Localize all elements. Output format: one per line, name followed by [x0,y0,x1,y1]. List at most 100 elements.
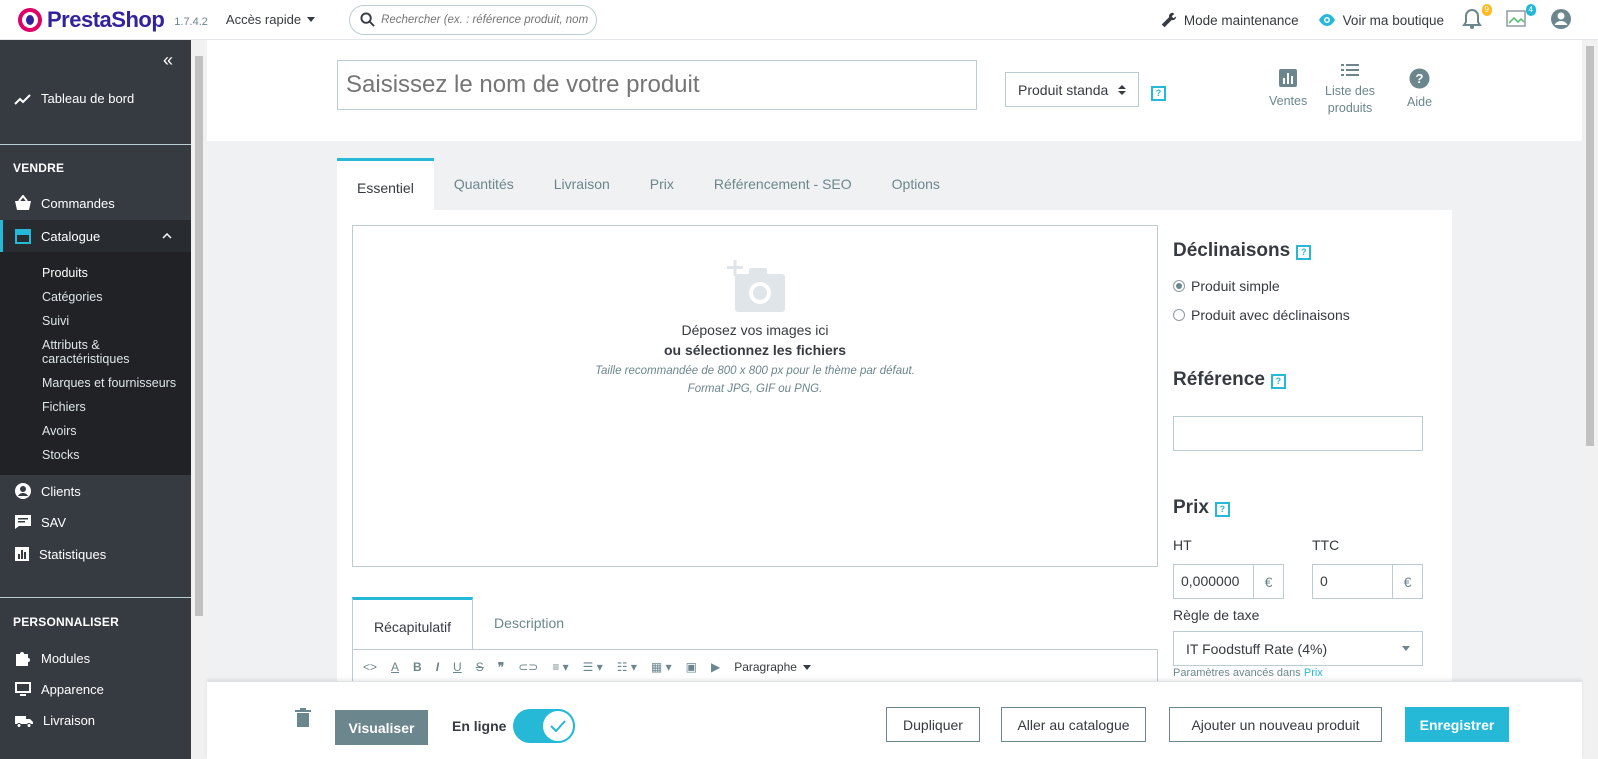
price-ht-value: 0,000000 [1181,573,1240,589]
sidebar-scrollbar[interactable] [191,40,207,759]
numbered-list-icon[interactable]: ☷ ▾ [617,660,637,674]
essential-panel: Déposez vos images ici ou sélectionnez l… [337,210,1452,684]
search-box[interactable] [349,4,598,35]
help-icon[interactable]: ? [1214,502,1230,517]
paragraph-format-dropdown[interactable]: Paragraphe [734,660,811,674]
top-bar: PrestaShop 1.7.4.2 Accès rapide Mode mai… [0,0,1598,40]
product-list-button[interactable]: Liste des produits [1325,62,1375,117]
sales-button[interactable]: Ventes [1269,68,1307,110]
bullet-list-icon[interactable]: ☰ ▾ [583,660,603,674]
sidebar-item-catalog[interactable]: Catalogue [0,220,191,252]
submenu-item-categories[interactable]: Catégories [42,290,102,304]
submenu-item-products[interactable]: Produits [42,266,88,280]
quote-icon[interactable]: ❞ [498,660,504,674]
online-toggle[interactable] [513,709,575,743]
advanced-text: Paramètres avancés dans [1173,667,1301,679]
submenu-item-attributes[interactable]: Attributs & caractéristiques [42,338,142,366]
reference-input[interactable] [1173,416,1423,451]
caret-down-icon [802,664,811,670]
link-icon[interactable]: ⊂⊃ [518,660,538,674]
save-button[interactable]: Enregistrer [1405,707,1509,742]
tab-seo[interactable]: Référencement - SEO [694,158,872,210]
reference-heading: Référence ? [1173,369,1286,391]
account-circle-icon [15,483,31,499]
top-right-actions: Mode maintenance Voir ma boutique 9 4 [1160,0,1598,40]
sidebar-item-customers[interactable]: Clients [0,482,191,500]
submenu-item-discounts[interactable]: Avoirs [42,424,77,438]
tab-shipping[interactable]: Livraison [534,158,630,210]
help-button[interactable]: ? Aide [1407,68,1432,111]
sidebar-item-modules[interactable]: Modules [0,649,191,667]
submenu-item-stocks[interactable]: Stocks [42,448,80,462]
table-icon[interactable]: ▦ ▾ [651,660,672,674]
collapse-sidebar-icon[interactable]: « [163,50,173,71]
help-icon[interactable]: ? [1270,374,1286,389]
chevron-up-icon [162,233,172,239]
tab-options[interactable]: Options [872,158,960,210]
account-button[interactable] [1550,8,1574,32]
duplicate-button[interactable]: Dupliquer [886,707,980,742]
variations-heading: Déclinaisons ? [1173,240,1312,262]
search-input[interactable] [381,13,590,26]
tab-description[interactable]: Description [473,597,585,649]
tab-pricing[interactable]: Prix [630,158,694,210]
sidebar-item-appearance[interactable]: Apparence [0,681,191,697]
tab-summary[interactable]: Récapitulatif [352,597,474,649]
price-ht-input[interactable]: 0,000000 € [1173,564,1284,599]
image-dropzone[interactable]: Déposez vos images ici ou sélectionnez l… [352,225,1158,567]
logo-text: PrestaShop [47,6,165,32]
messages-button[interactable]: 4 [1506,4,1536,32]
notifications-button[interactable]: 9 [1462,4,1492,32]
maintenance-link[interactable]: Mode maintenance [1160,11,1299,29]
bold-icon[interactable]: B [413,660,422,674]
product-type-select[interactable]: Produit standa [1005,72,1139,107]
quick-access-dropdown[interactable]: Accès rapide [226,12,316,27]
image-icon[interactable]: ▣ [686,660,697,674]
version-label: 1.7.4.2 [174,15,208,28]
price-ttc-input[interactable]: 0 € [1312,564,1423,599]
radio-product-with-variations[interactable]: Produit avec déclinaisons [1173,307,1350,323]
help-icon[interactable]: ? [1151,86,1166,101]
advanced-price-link[interactable]: Prix [1304,667,1323,679]
align-icon[interactable]: ≡ ▾ [552,660,568,674]
scrollbar-thumb[interactable] [1586,46,1594,446]
price-ttc-value: 0 [1320,573,1328,589]
page-scrollbar[interactable] [1582,40,1598,759]
add-new-product-button[interactable]: Ajouter un nouveau produit [1169,707,1382,742]
preview-button[interactable]: Visualiser [335,710,428,745]
help-icon[interactable]: ? [1296,245,1312,260]
code-icon[interactable]: <> [363,660,377,674]
sidebar-item-stats[interactable]: Statistiques [0,546,191,562]
media-icon[interactable]: ▶ [711,660,720,674]
strikethrough-icon[interactable]: S [476,660,484,674]
submenu-item-tracking[interactable]: Suivi [42,314,69,328]
product-type-value: Produit standa [1018,81,1109,98]
tab-quantities[interactable]: Quantités [434,158,534,210]
trash-icon[interactable] [295,708,311,728]
sidebar-item-dashboard[interactable]: Tableau de bord [0,91,191,106]
sidebar-item-label: Statistiques [39,546,107,562]
radio-simple-product[interactable]: Produit simple [1173,278,1280,294]
go-to-catalog-button[interactable]: Aller au catalogue [1001,707,1146,742]
reference-title: Référence [1173,369,1265,390]
sidebar-item-orders[interactable]: Commandes [0,195,191,211]
scrollbar-thumb[interactable] [195,56,203,616]
submenu-item-files[interactable]: Fichiers [42,400,86,414]
submenu-item-brands[interactable]: Marques et fournisseurs [42,376,176,390]
underline-icon[interactable]: U [453,660,462,674]
radio-label: Produit avec déclinaisons [1191,307,1350,323]
trending-up-icon [14,93,31,105]
prestashop-logo[interactable]: PrestaShop 1.7.4.2 [18,7,208,33]
text-color-icon[interactable]: A [391,660,399,674]
action-footer: Visualiser En ligne Dupliquer Aller au c… [207,681,1582,759]
tab-essential[interactable]: Essentiel [337,158,434,210]
sidebar-item-shipping[interactable]: Livraison [0,713,191,728]
select-files-link[interactable]: ou sélectionnez les fichiers [353,342,1157,358]
product-name-input[interactable] [337,60,977,110]
currency-symbol: € [1253,565,1283,598]
view-shop-link[interactable]: Voir ma boutique [1317,13,1444,28]
sidebar-item-sav[interactable]: SAV [0,514,191,530]
tax-rule-select[interactable]: IT Foodstuff Rate (4%) [1173,631,1423,666]
italic-icon[interactable]: I [436,660,439,674]
price-ht-label: HT [1173,537,1192,553]
